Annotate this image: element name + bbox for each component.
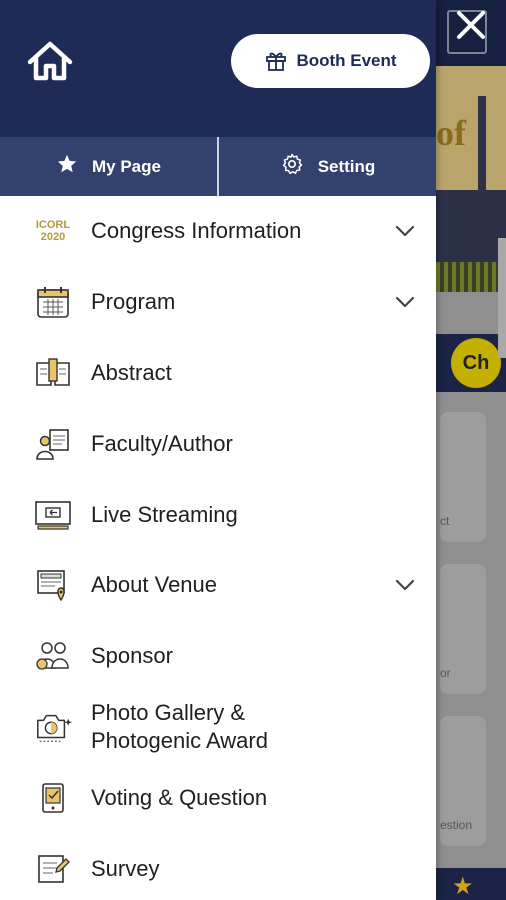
menu-item-photo-gallery[interactable]: Photo Gallery & Photogenic Award xyxy=(0,692,436,763)
menu-item-label: Voting & Question xyxy=(91,784,268,810)
menu-item-survey[interactable]: Survey xyxy=(0,833,436,900)
tab-my-page[interactable]: My Page xyxy=(0,137,217,196)
drawer-header: Booth Event xyxy=(0,0,436,137)
logo-line-1: ICORL xyxy=(35,219,71,232)
menu-item-label: Program xyxy=(91,289,176,315)
menu-item-label: About Venue xyxy=(91,572,218,598)
background-card: ct xyxy=(440,412,486,542)
icorl-logo-icon: ICORL 2020 xyxy=(34,213,72,249)
gear-icon xyxy=(280,152,304,181)
camera-icon xyxy=(34,709,72,745)
tab-label: My Page xyxy=(92,156,161,176)
tab-setting[interactable]: Setting xyxy=(217,137,436,196)
screen-icon xyxy=(34,497,72,533)
banner-text: of xyxy=(436,113,466,153)
chevron-down-icon[interactable] xyxy=(394,295,416,309)
menu-item-faculty-author[interactable]: Faculty/Author xyxy=(0,408,436,479)
menu-item-label: Photo Gallery & Photogenic Award xyxy=(91,699,268,753)
menu-item-program[interactable]: Program xyxy=(0,267,436,338)
menu-item-label: Live Streaming xyxy=(91,501,238,527)
logo-line-2: 2020 xyxy=(40,231,66,244)
background-card: estion xyxy=(440,716,486,846)
menu-item-sponsor[interactable]: Sponsor xyxy=(0,621,436,692)
background-card-label: or xyxy=(440,666,451,680)
star-icon: ★ xyxy=(452,873,474,900)
venue-icon xyxy=(34,567,72,603)
chevron-down-icon[interactable] xyxy=(394,578,416,592)
menu-item-label: Faculty/Author xyxy=(91,430,233,456)
menu-item-live-streaming[interactable]: Live Streaming xyxy=(0,479,436,550)
menu-item-voting-question[interactable]: Voting & Question xyxy=(0,762,436,833)
tower-silhouette xyxy=(478,96,486,206)
menu-item-abstract[interactable]: Abstract xyxy=(0,338,436,409)
menu-item-congress-information[interactable]: ICORL 2020 Congress Information xyxy=(0,196,436,267)
booth-event-label: Booth Event xyxy=(296,51,397,70)
menu-item-label: Survey xyxy=(91,855,160,881)
menu-item-label: Sponsor xyxy=(91,643,173,669)
background-card: or xyxy=(440,564,486,694)
close-drawer-button[interactable] xyxy=(450,4,492,46)
background-card-label: estion xyxy=(440,818,473,832)
navigation-drawer: Booth Event My Page Setting ICORL 2020 C… xyxy=(0,0,436,900)
gift-icon xyxy=(264,48,288,75)
survey-icon xyxy=(34,851,72,887)
drawer-tabs: My Page Setting xyxy=(0,137,436,196)
background-card-label: ct xyxy=(440,514,450,528)
menu-item-label: Abstract xyxy=(91,359,172,385)
book-icon xyxy=(34,355,72,391)
background-scrollbar xyxy=(498,238,506,358)
calendar-icon xyxy=(34,284,72,320)
drawer-menu: ICORL2020 Congress Information Program xyxy=(0,196,436,900)
people-icon xyxy=(34,638,72,674)
star-icon xyxy=(56,153,78,180)
chat-channel-badge: Ch xyxy=(451,338,501,388)
booth-event-button[interactable]: Booth Event xyxy=(231,34,430,88)
tab-label: Setting xyxy=(317,156,376,176)
tablet-icon xyxy=(34,780,72,816)
chevron-down-icon[interactable] xyxy=(394,224,416,238)
presenter-icon xyxy=(34,426,72,462)
banner-lights xyxy=(436,262,506,292)
menu-item-label: Congress Information xyxy=(91,218,302,244)
home-icon[interactable] xyxy=(26,40,74,82)
menu-item-about-venue[interactable]: About Venue xyxy=(0,550,436,621)
